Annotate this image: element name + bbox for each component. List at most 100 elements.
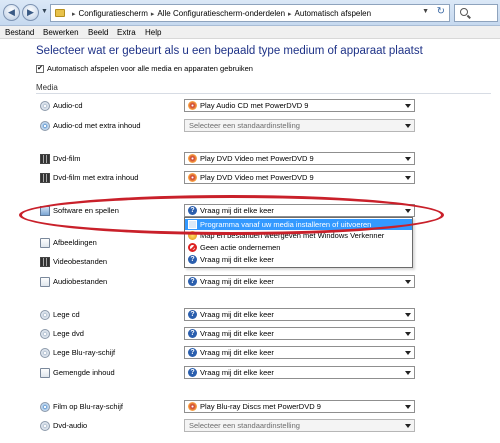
dvd-icon	[40, 173, 50, 183]
chevron-down-icon	[405, 424, 411, 428]
menu-bar: Bestand Bewerken Beeld Extra Help	[0, 26, 500, 39]
autoplay-checkbox[interactable]: ✔	[36, 65, 44, 73]
media-type-label: Audiobestanden	[53, 277, 108, 286]
chevron-right-icon: ▸	[72, 11, 76, 18]
dvd-film-select[interactable]: Play DVD Video met PowerDVD 9	[184, 152, 415, 165]
powerdvd-icon	[188, 173, 197, 182]
blank-bluray-icon	[40, 348, 50, 358]
chevron-down-icon	[405, 351, 411, 355]
refresh-icon[interactable]: ↻	[437, 6, 445, 17]
select-value: Play Blu-ray Discs met PowerDVD 9	[200, 402, 321, 411]
chevron-down-icon	[405, 176, 411, 180]
bluray-movie-select[interactable]: Play Blu-ray Discs met PowerDVD 9	[184, 400, 415, 413]
blank-cd-icon	[40, 310, 50, 320]
select-value: Play DVD Video met PowerDVD 9	[200, 154, 314, 163]
question-icon: ?	[188, 310, 197, 319]
blank-dvd-select[interactable]: ? Vraag mij dit elke keer	[184, 327, 415, 340]
option-label: Geen actie ondernemen	[200, 243, 281, 252]
history-dropdown-icon[interactable]: ▼	[41, 8, 48, 15]
address-toolbar: ◀ ▶ ▼ ▸ Configuratiescherm ▸ Alle Configura…	[0, 0, 500, 26]
page-title: Selecteer wat er gebeurt als u een bepaa…	[36, 45, 423, 57]
menu-item-bestand[interactable]: Bestand	[5, 28, 34, 37]
select-value: Vraag mij dit elke keer	[200, 277, 274, 286]
chevron-down-icon	[405, 157, 411, 161]
search-input[interactable]	[454, 4, 498, 22]
select-value: Vraag mij dit elke keer	[200, 368, 274, 377]
select-value: Vraag mij dit elke keer	[200, 329, 274, 338]
chevron-right-icon[interactable]: ▸	[288, 11, 292, 18]
dropdown-option-no-action[interactable]: Geen actie ondernemen	[185, 242, 412, 253]
media-type-label: Videobestanden	[53, 257, 108, 266]
back-button[interactable]: ◀	[3, 4, 20, 21]
dropdown-option-ask[interactable]: ? Vraag mij dit elke keer	[185, 254, 412, 265]
media-type-label: Lege cd	[53, 310, 80, 319]
breadcrumb-item[interactable]: Alle Configuratiescherm-onderdelen	[157, 9, 285, 18]
media-type-label: Audio-cd	[53, 101, 83, 110]
media-type-label: Gemengde inhoud	[53, 368, 115, 377]
select-value: Play DVD Video met PowerDVD 9	[200, 173, 314, 182]
section-title-media: Media	[36, 83, 58, 92]
no-action-icon	[188, 243, 197, 252]
autoplay-checkbox-label[interactable]: Automatisch afspelen voor alle media en …	[47, 64, 253, 73]
pictures-icon	[40, 238, 50, 248]
audio-files-icon	[40, 277, 50, 287]
powerdvd-icon	[188, 154, 197, 163]
mixed-content-icon	[40, 368, 50, 378]
dvd-film-extra-select[interactable]: Play DVD Video met PowerDVD 9	[184, 171, 415, 184]
chevron-down-icon	[405, 313, 411, 317]
audio-cd-icon	[40, 121, 50, 131]
bluray-movie-icon	[40, 402, 50, 412]
chevron-right-icon[interactable]: ▸	[151, 11, 155, 18]
media-type-label: Afbeeldingen	[53, 238, 97, 247]
chevron-down-icon	[405, 405, 411, 409]
audio-cd-select[interactable]: Play Audio CD met PowerDVD 9	[184, 99, 415, 112]
question-icon: ?	[188, 255, 197, 264]
blank-bluray-select[interactable]: ? Vraag mij dit elke keer	[184, 346, 415, 359]
section-divider	[36, 93, 491, 94]
question-icon: ?	[188, 277, 197, 286]
chevron-down-icon	[405, 371, 411, 375]
chevron-down-icon	[405, 124, 411, 128]
menu-item-extra[interactable]: Extra	[117, 28, 136, 37]
address-bar[interactable]: ▸ Configuratiescherm ▸ Alle Configuratiesch…	[50, 4, 450, 22]
media-type-label: Film op Blu-ray-schijf	[53, 402, 124, 411]
search-icon	[460, 8, 468, 16]
select-value: Vraag mij dit elke keer	[200, 310, 274, 319]
forward-button[interactable]: ▶	[22, 4, 39, 21]
menu-item-beeld[interactable]: Beeld	[88, 28, 108, 37]
chevron-down-icon	[405, 104, 411, 108]
media-type-label: Lege Blu-ray-schijf	[53, 348, 116, 357]
audio-cd-icon	[40, 101, 50, 111]
address-dropdown-icon[interactable]: ▼	[422, 8, 429, 15]
media-type-label: Dvd-film met extra inhoud	[53, 173, 139, 182]
powerdvd-icon	[188, 101, 197, 110]
breadcrumb-item[interactable]: Automatisch afspelen	[295, 9, 372, 18]
blank-dvd-icon	[40, 329, 50, 339]
select-value: Selecteer een standaardinstelling	[189, 121, 300, 130]
powerdvd-icon	[188, 402, 197, 411]
question-icon: ?	[188, 329, 197, 338]
chevron-down-icon	[405, 332, 411, 336]
media-type-label: Dvd-film	[53, 154, 81, 163]
mixed-content-select[interactable]: ? Vraag mij dit elke keer	[184, 366, 415, 379]
select-value: Play Audio CD met PowerDVD 9	[200, 101, 309, 110]
question-icon: ?	[188, 348, 197, 357]
media-type-label: Dvd-audio	[53, 421, 88, 430]
dvd-audio-icon	[40, 421, 50, 431]
audio-cd-extra-select[interactable]: Selecteer een standaardinstelling	[184, 119, 415, 132]
blank-cd-select[interactable]: ? Vraag mij dit elke keer	[184, 308, 415, 321]
select-value: Selecteer een standaardinstelling	[189, 421, 300, 430]
dvd-audio-select[interactable]: Selecteer een standaardinstelling	[184, 419, 415, 432]
chevron-down-icon	[405, 280, 411, 284]
media-type-label: Lege dvd	[53, 329, 84, 338]
annotation-highlight-oval	[19, 195, 444, 235]
question-icon: ?	[188, 368, 197, 377]
audio-files-select[interactable]: ? Vraag mij dit elke keer	[184, 275, 415, 288]
option-label: Vraag mij dit elke keer	[200, 255, 274, 264]
menu-item-bewerken[interactable]: Bewerken	[43, 28, 79, 37]
select-value: Vraag mij dit elke keer	[200, 348, 274, 357]
dvd-icon	[40, 154, 50, 164]
breadcrumb-item[interactable]: Configuratiescherm	[79, 9, 148, 18]
breadcrumb: ▸ Configuratiescherm ▸ Alle Configuratiesch…	[69, 8, 371, 20]
menu-item-help[interactable]: Help	[145, 28, 161, 37]
